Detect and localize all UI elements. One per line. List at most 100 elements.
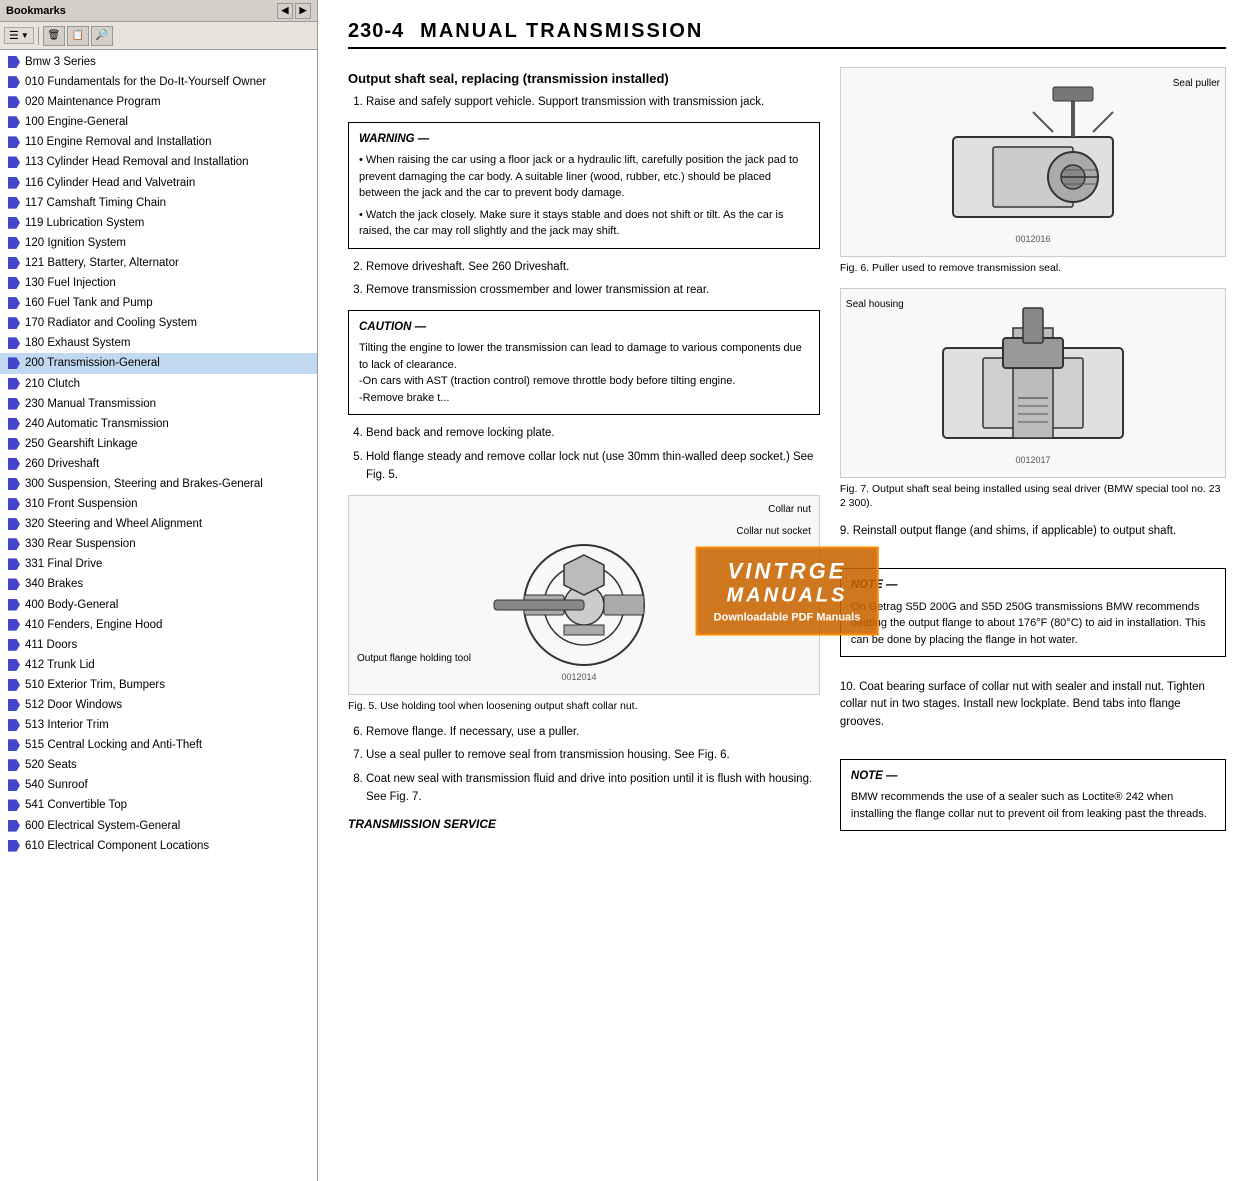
- main-content[interactable]: VINTRGE MANUALS Downloadable PDF Manuals…: [318, 0, 1256, 1181]
- bookmark-item[interactable]: 600 Electrical System-General: [0, 816, 317, 836]
- bookmark-label: 600 Electrical System-General: [25, 818, 313, 834]
- bookmark-label: 515 Central Locking and Anti-Theft: [25, 737, 313, 753]
- bookmark-label: 412 Trunk Lid: [25, 657, 313, 673]
- bookmark-icon: [8, 317, 20, 329]
- bookmark-item[interactable]: 180 Exhaust System: [0, 333, 317, 353]
- bookmark-item[interactable]: 320 Steering and Wheel Alignment: [0, 514, 317, 534]
- page-number: 230-4: [348, 20, 404, 43]
- fig5-caption: Fig. 5. Use holding tool when loosening …: [348, 699, 820, 714]
- bookmark-item[interactable]: 515 Central Locking and Anti-Theft: [0, 735, 317, 755]
- export-button[interactable]: 📋: [67, 26, 89, 46]
- bookmark-item[interactable]: 240 Automatic Transmission: [0, 414, 317, 434]
- warning-item-2: Watch the jack closely. Make sure it sta…: [359, 207, 809, 240]
- note-text-1: On Getrag S5D 200G and S5D 250G transmis…: [851, 599, 1215, 649]
- bookmark-label: 320 Steering and Wheel Alignment: [25, 516, 313, 532]
- bookmark-icon: [8, 659, 20, 671]
- bookmark-icon: [8, 197, 20, 209]
- bookmark-label: 010 Fundamentals for the Do-It-Yourself …: [25, 74, 313, 90]
- bookmark-item[interactable]: 120 Ignition System: [0, 233, 317, 253]
- bookmark-icon: [8, 56, 20, 68]
- delete-button[interactable]: 🗑: [43, 26, 65, 46]
- bookmark-icon: [8, 297, 20, 309]
- main-two-col: Output shaft seal, replacing (transmissi…: [348, 67, 1226, 841]
- fig6-caption: Fig. 6. Puller used to remove transmissi…: [840, 261, 1226, 276]
- step-1: Raise and safely support vehicle. Suppor…: [366, 94, 820, 112]
- bookmark-label: 520 Seats: [25, 757, 313, 773]
- step-4: Bend back and remove locking plate.: [366, 425, 820, 443]
- bookmark-item[interactable]: 520 Seats: [0, 755, 317, 775]
- bookmark-item[interactable]: 116 Cylinder Head and Valvetrain: [0, 173, 317, 193]
- bookmark-item[interactable]: 412 Trunk Lid: [0, 655, 317, 675]
- step-6: Remove flange. If necessary, use a pulle…: [366, 724, 820, 742]
- bookmark-item[interactable]: 330 Rear Suspension: [0, 534, 317, 554]
- bookmark-item[interactable]: 119 Lubrication System: [0, 213, 317, 233]
- transmission-service: TRANSMISSION SERVICE: [348, 817, 820, 831]
- bookmark-label: 330 Rear Suspension: [25, 536, 313, 552]
- panel-titlebar: Bookmarks ◀ ▶: [0, 0, 317, 22]
- bookmark-list[interactable]: Bmw 3 Series 010 Fundamentals for the Do-…: [0, 50, 317, 1181]
- bookmark-icon: [8, 337, 20, 349]
- bookmark-label: 240 Automatic Transmission: [25, 416, 313, 432]
- step9-text: 9. Reinstall output flange (and shims, i…: [840, 523, 1226, 540]
- bookmark-item[interactable]: 331 Final Drive: [0, 554, 317, 574]
- bookmark-label: 513 Interior Trim: [25, 717, 313, 733]
- bookmark-icon: [8, 759, 20, 771]
- bookmark-item[interactable]: 513 Interior Trim: [0, 715, 317, 735]
- toolbar-dropdown-arrow: ▼: [21, 31, 29, 40]
- bookmark-icon: [8, 639, 20, 651]
- page-header: 230-4 Manual Transmission: [348, 20, 1226, 49]
- bookmark-item[interactable]: 130 Fuel Injection: [0, 273, 317, 293]
- bookmark-icon: [8, 498, 20, 510]
- bookmark-item[interactable]: 250 Gearshift Linkage: [0, 434, 317, 454]
- bookmark-item[interactable]: 340 Brakes: [0, 574, 317, 594]
- bookmark-item[interactable]: 160 Fuel Tank and Pump: [0, 293, 317, 313]
- step-8: Coat new seal with transmission fluid an…: [366, 771, 820, 807]
- bookmark-item[interactable]: 020 Maintenance Program: [0, 92, 317, 112]
- bookmark-item[interactable]: 117 Camshaft Timing Chain: [0, 193, 317, 213]
- bookmark-label: 100 Engine-General: [25, 114, 313, 130]
- step10-text: 10. Coat bearing surface of collar nut w…: [840, 679, 1226, 731]
- bookmark-label: 160 Fuel Tank and Pump: [25, 295, 313, 311]
- bookmark-icon: [8, 518, 20, 530]
- bookmark-item[interactable]: 410 Fenders, Engine Hood: [0, 615, 317, 635]
- bookmark-item[interactable]: 540 Sunroof: [0, 775, 317, 795]
- bookmark-item[interactable]: 210 Clutch: [0, 374, 317, 394]
- nav-prev-button[interactable]: ◀: [277, 3, 293, 19]
- bookmark-label: 540 Sunroof: [25, 777, 313, 793]
- bookmark-item[interactable]: 010 Fundamentals for the Do-It-Yourself …: [0, 72, 317, 92]
- bookmark-item[interactable]: 100 Engine-General: [0, 112, 317, 132]
- nav-next-button[interactable]: ▶: [295, 3, 311, 19]
- bookmark-item[interactable]: 300 Suspension, Steering and Brakes-Gene…: [0, 474, 317, 494]
- nav-arrows: ◀ ▶: [277, 3, 311, 19]
- steps-list: Raise and safely support vehicle. Suppor…: [366, 94, 820, 112]
- fig6-svg: 0012016: [913, 77, 1153, 247]
- bookmark-item[interactable]: 170 Radiator and Cooling System: [0, 313, 317, 333]
- bookmark-item[interactable]: 200 Transmission-General: [0, 353, 317, 373]
- caution-text: Tilting the engine to lower the transmis…: [359, 340, 809, 406]
- toolbar-dropdown-icon: ☰: [9, 29, 19, 42]
- fig6-container: 0012016 Seal puller Fig. 6. Puller used …: [840, 67, 1226, 276]
- bookmark-item[interactable]: 510 Exterior Trim, Bumpers: [0, 675, 317, 695]
- bookmark-item[interactable]: 260 Driveshaft: [0, 454, 317, 474]
- bookmark-item[interactable]: 230 Manual Transmission: [0, 394, 317, 414]
- bookmark-item[interactable]: 411 Doors: [0, 635, 317, 655]
- bookmark-item[interactable]: 121 Battery, Starter, Alternator: [0, 253, 317, 273]
- fig5-box: 0012014 Collar nut Collar nut socket Out…: [348, 495, 820, 695]
- bookmark-item[interactable]: 113 Cylinder Head Removal and Installati…: [0, 152, 317, 172]
- bookmark-item[interactable]: 400 Body-General: [0, 595, 317, 615]
- bookmark-item[interactable]: 512 Door Windows: [0, 695, 317, 715]
- steps-list-4: Remove flange. If necessary, use a pulle…: [366, 724, 820, 807]
- bookmark-icon: [8, 719, 20, 731]
- bookmark-item[interactable]: 310 Front Suspension: [0, 494, 317, 514]
- bookmark-label: 300 Suspension, Steering and Brakes-Gene…: [25, 476, 313, 492]
- bookmark-item[interactable]: Bmw 3 Series: [0, 52, 317, 72]
- svg-text:0012014: 0012014: [561, 672, 596, 682]
- toolbar-dropdown[interactable]: ☰ ▼: [4, 27, 34, 44]
- bookmark-item[interactable]: 610 Electrical Component Locations: [0, 836, 317, 856]
- bookmark-icon: [8, 217, 20, 229]
- col-left: Output shaft seal, replacing (transmissi…: [348, 67, 820, 841]
- options-button[interactable]: 🔎: [91, 26, 113, 46]
- bookmark-item[interactable]: 110 Engine Removal and Installation: [0, 132, 317, 152]
- bookmark-item[interactable]: 541 Convertible Top: [0, 795, 317, 815]
- bookmark-icon: [8, 599, 20, 611]
